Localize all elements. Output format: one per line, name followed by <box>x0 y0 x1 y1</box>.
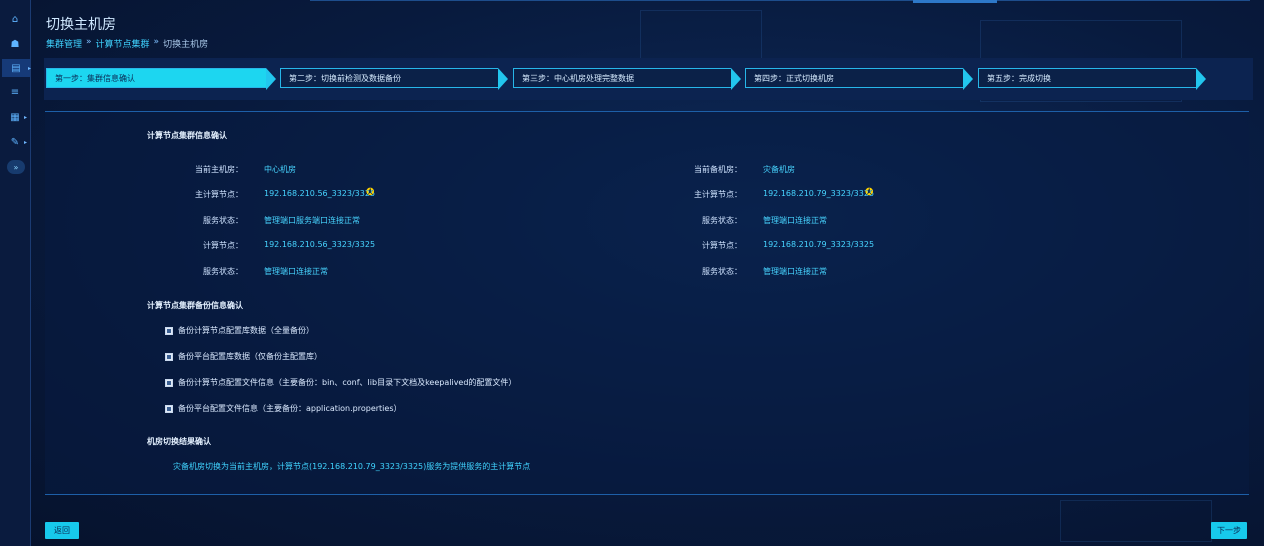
expand-icon: » <box>13 162 19 172</box>
service-status-value: 管理端口连接正常 <box>763 267 827 276</box>
service-status-label: 服务状态： <box>702 216 742 225</box>
current-backup-room-value: 灾备机房 <box>763 165 795 174</box>
service-status-label: 服务状态： <box>702 267 742 276</box>
sidebar: ⌂ ☗ ▤ ▸ ≡ ▦ ▸ ✎ ▸ » <box>0 0 31 546</box>
service-status-value: 管理端口连接正常 <box>264 267 328 276</box>
breadcrumb-separator: » <box>86 37 92 47</box>
breadcrumb-separator: » <box>153 37 160 47</box>
step-1: 第一步：集群信息确认 <box>46 68 276 90</box>
page-title: 切换主机房 <box>46 17 116 33</box>
chevron-right-icon: ▸ <box>23 138 27 146</box>
cluster-info-title: 计算节点集群信息确认 <box>147 131 227 140</box>
database-icon: ≡ <box>10 86 20 98</box>
service-status-label: 服务状态： <box>203 267 243 276</box>
home-icon: ⌂ <box>11 13 19 25</box>
compute-node-value[interactable]: 192.168.210.79_3323/3325 <box>763 240 874 249</box>
master-node-value[interactable]: 192.168.210.56_3323/3325 <box>264 189 375 198</box>
backup-option-row[interactable]: 备份平台配置文件信息（主要备份：application.properties） <box>165 403 402 414</box>
next-step-button[interactable]: 下一步 <box>1211 522 1247 539</box>
service-status-value: 管理端口服务端口连接正常 <box>264 216 360 225</box>
backup-option-label: 备份平台配置文件信息（主要备份：application.properties） <box>178 404 402 413</box>
current-backup-room-label: 当前备机房： <box>694 165 742 174</box>
step-progress: 第一步：集群信息确认 第二步：切换前检测及数据备份 第三步：中心机房处理完整数据… <box>44 58 1253 100</box>
step-2: 第二步：切换前检测及数据备份 <box>280 68 508 90</box>
checkbox[interactable] <box>165 352 173 361</box>
step-5: 第五步：完成切换 <box>978 68 1206 90</box>
breadcrumb: 集群管理 » 计算节点集群 » 切换主机房 <box>46 37 208 50</box>
master-badge-icon: ✪ <box>865 187 874 198</box>
chevron-right-icon: ▸ <box>23 113 27 121</box>
current-master-room-value: 中心机房 <box>264 165 296 174</box>
master-badge-icon: ✪ <box>366 187 375 198</box>
chevron-right-icon: ▸ <box>27 64 31 72</box>
compute-node-label: 计算节点： <box>702 241 742 250</box>
compute-node-value[interactable]: 192.168.210.56_3323/3325 <box>264 240 375 249</box>
server-icon: ▤ <box>11 62 21 74</box>
step-4: 第四步：正式切换机房 <box>745 68 973 90</box>
service-status-value: 管理端口连接正常 <box>763 216 827 225</box>
master-node-label: 主计算节点： <box>694 190 742 199</box>
backup-option-label: 备份计算节点配置库数据（全量备份） <box>178 326 314 335</box>
master-node-value[interactable]: 192.168.210.79_3323/3325 <box>763 189 874 198</box>
document-icon: ▦ <box>10 111 20 123</box>
checkbox[interactable] <box>165 378 173 387</box>
current-master-room-label: 当前主机房： <box>195 165 243 174</box>
step-3: 第三步：中心机房处理完整数据 <box>513 68 741 90</box>
sidebar-item-home[interactable]: ⌂ <box>4 10 26 28</box>
backup-info-title: 计算节点集群备份信息确认 <box>147 301 243 310</box>
sidebar-expand-button[interactable]: » <box>7 160 25 174</box>
sidebar-item-documents[interactable]: ▦ ▸ <box>4 108 27 126</box>
back-button[interactable]: 返回 <box>45 522 79 539</box>
wrench-icon: ✎ <box>10 136 20 148</box>
content-panel: 计算节点集群信息确认 当前主机房： 中心机房 主计算节点： 192.168.21… <box>45 111 1249 495</box>
backup-option-label: 备份计算节点配置文件信息（主要备份：bin、conf、lib目录下文档及keep… <box>178 378 517 387</box>
sidebar-item-cluster[interactable]: ▤ ▸ <box>2 59 31 77</box>
compute-node-label: 计算节点： <box>203 241 243 250</box>
background-decoration <box>1060 500 1212 542</box>
sidebar-item-database[interactable]: ≡ <box>4 83 26 101</box>
breadcrumb-item-compute-cluster[interactable]: 计算节点集群 <box>96 37 150 50</box>
backup-option-row[interactable]: 备份计算节点配置库数据（全量备份） <box>165 325 314 336</box>
switch-result-text: 灾备机房切换为当前主机房，计算节点(192.168.210.79_3323/33… <box>173 462 531 471</box>
backup-option-row[interactable]: 备份平台配置库数据（仅备份主配置库） <box>165 351 322 362</box>
sidebar-item-tools[interactable]: ✎ ▸ <box>4 133 27 151</box>
breadcrumb-item-cluster-management[interactable]: 集群管理 <box>46 37 82 50</box>
checkbox[interactable] <box>165 326 173 335</box>
breadcrumb-item-current: 切换主机房 <box>163 40 209 50</box>
switch-result-title: 机房切换结果确认 <box>147 437 211 446</box>
master-node-label: 主计算节点： <box>195 190 243 199</box>
user-group-icon: ☗ <box>10 38 20 50</box>
backup-option-label: 备份平台配置库数据（仅备份主配置库） <box>178 352 322 361</box>
sidebar-item-users[interactable]: ☗ <box>4 35 26 53</box>
checkbox[interactable] <box>165 404 173 413</box>
backup-option-row[interactable]: 备份计算节点配置文件信息（主要备份：bin、conf、lib目录下文档及keep… <box>165 377 516 388</box>
service-status-label: 服务状态： <box>203 216 243 225</box>
top-border <box>310 0 1250 4</box>
